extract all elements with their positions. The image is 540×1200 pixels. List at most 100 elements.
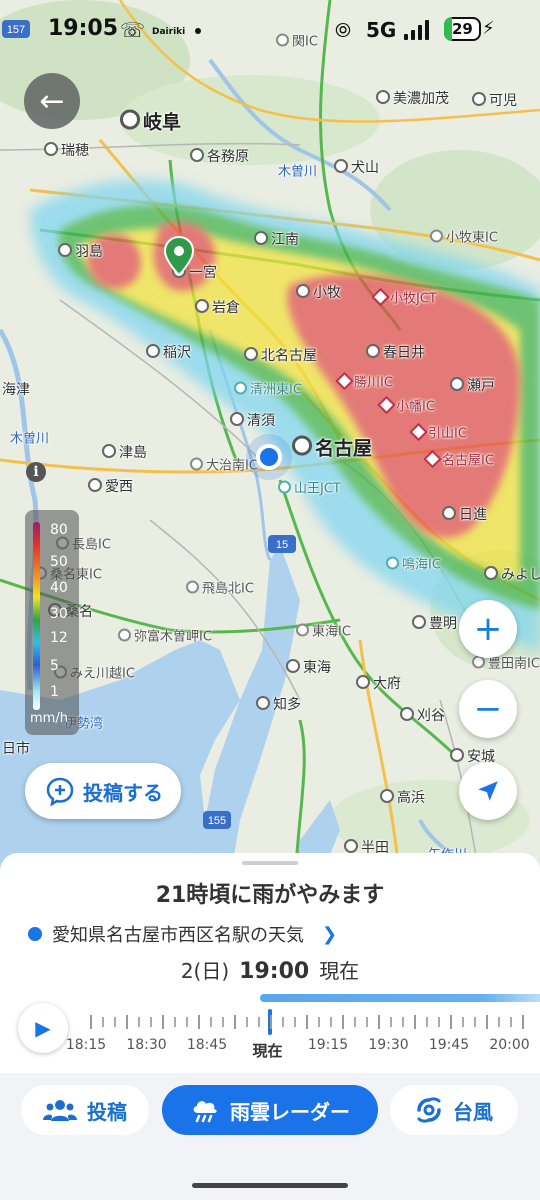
radar-map[interactable]: 157 15 155 関IC 岐阜 美濃加茂 可児 瑞穂 各務原 木曽川 犬山 … xyxy=(0,0,540,880)
time-slider-label: 18:45 xyxy=(186,1037,228,1053)
time-slider-tick xyxy=(174,1017,176,1027)
place-label: 木曽川 xyxy=(278,164,318,180)
date-label: 2(日) xyxy=(180,959,230,983)
time-slider-tick xyxy=(342,1015,344,1029)
place-label: 北名古屋 xyxy=(244,345,317,365)
status-bar: 19:05 ☏ Dairiki ⦾ 5G 29 ⚡ xyxy=(0,0,540,64)
time-slider-tick xyxy=(378,1015,380,1029)
map-pin-icon[interactable] xyxy=(164,236,194,276)
play-button[interactable]: ▶ xyxy=(18,1003,68,1053)
svg-text:155: 155 xyxy=(208,815,226,827)
place-label: 瑞穂 xyxy=(44,140,89,160)
location-weather-link[interactable]: 愛知県名古屋市西区名駅の天気 ❯ xyxy=(28,921,337,947)
time-slider-tick xyxy=(234,1015,236,1029)
place-label: 弥富木曽岬IC xyxy=(118,626,212,645)
legend-unit: mm/h xyxy=(30,711,68,726)
info-icon[interactable]: i xyxy=(26,462,46,482)
place-label: みよし xyxy=(484,564,540,584)
time-slider-tick xyxy=(306,1015,308,1029)
time-slider-label: 18:30 xyxy=(126,1037,167,1053)
phone-call-icon: ☏ xyxy=(120,18,146,42)
network-type: 5G xyxy=(366,18,397,42)
time-slider-tick xyxy=(186,1017,188,1027)
people-icon xyxy=(43,1100,77,1121)
place-label: 瀬戸 xyxy=(450,375,495,395)
signal-icon xyxy=(404,20,434,40)
time-slider-tick xyxy=(198,1015,200,1029)
place-label: 飛島北IC xyxy=(186,578,254,597)
sheet-handle[interactable] xyxy=(242,861,298,865)
place-label: 勝川IC xyxy=(338,372,393,391)
minus-icon: − xyxy=(473,689,503,729)
carrier-logo: Dairiki xyxy=(152,27,186,37)
place-label: 刈谷 xyxy=(400,705,445,725)
place-label: 日進 xyxy=(442,504,487,524)
post-button[interactable]: 投稿する xyxy=(25,763,181,819)
time-slider-tick xyxy=(390,1017,392,1027)
time-slider-tick xyxy=(210,1017,212,1027)
legend-value: 1 xyxy=(50,684,59,700)
place-label: 可児 xyxy=(472,90,517,110)
svg-text:15: 15 xyxy=(276,539,288,551)
time-slider-tick xyxy=(426,1017,428,1027)
time-slider-tick xyxy=(366,1017,368,1027)
place-label: 鳴海IC xyxy=(386,554,441,573)
place-label: 名古屋 xyxy=(292,434,372,461)
nav-tab-typhoon[interactable]: 台風 xyxy=(390,1085,518,1135)
nav-tab-post[interactable]: 投稿 xyxy=(21,1085,149,1135)
time-slider-tick xyxy=(474,1017,476,1027)
zoom-in-button[interactable]: + xyxy=(459,600,517,658)
place-label: 日市 xyxy=(2,741,30,757)
place-label: 岐阜 xyxy=(120,108,181,135)
nav-tab-label: 台風 xyxy=(453,1099,493,1124)
time-slider-tick xyxy=(318,1017,320,1027)
legend-value: 30 xyxy=(50,606,68,622)
plus-icon: + xyxy=(473,609,503,649)
place-label: 豊明 xyxy=(412,613,457,633)
arrow-left-icon: ← xyxy=(39,83,65,119)
nav-tab-label: 投稿 xyxy=(87,1099,127,1124)
time-slider-tick xyxy=(150,1017,152,1027)
time-slider-label: 20:00 xyxy=(489,1037,530,1053)
place-label: 清洲東IC xyxy=(234,379,302,398)
place-label: 名古屋IC xyxy=(426,450,494,469)
navigation-arrow-icon xyxy=(478,781,498,801)
status-time: 19:05 xyxy=(48,16,119,41)
legend-value: 12 xyxy=(50,630,68,646)
place-label: 犬山 xyxy=(334,157,379,177)
place-label: 羽島 xyxy=(58,241,103,261)
battery-indicator: 29 xyxy=(444,17,481,41)
place-label: 知多 xyxy=(256,694,301,714)
nav-tab-rain-radar[interactable]: 雨雲レーダー xyxy=(162,1085,378,1135)
chat-plus-icon xyxy=(46,777,74,806)
road-shield-15: 15 xyxy=(268,535,296,553)
rain-forecast-headline: 21時頃に雨がやみます xyxy=(155,883,385,908)
place-label: 岩倉 xyxy=(195,297,240,317)
charging-icon: ⚡ xyxy=(482,18,495,39)
legend-color-bar xyxy=(33,522,40,710)
time-slider-tick xyxy=(126,1015,128,1029)
location-dot-icon xyxy=(28,927,42,941)
nav-tab-label: 雨雲レーダー xyxy=(230,1099,350,1124)
time-slider-tick xyxy=(510,1017,512,1027)
time-slider-tick xyxy=(402,1017,404,1027)
time-slider-tick xyxy=(114,1017,116,1027)
place-label: 海津 xyxy=(2,382,30,398)
road-shield-155: 155 xyxy=(203,811,231,829)
time-slider-label: 19:45 xyxy=(428,1037,470,1053)
legend-value: 50 xyxy=(50,554,68,570)
time-slider-tick xyxy=(258,1017,260,1027)
time-slider-tick xyxy=(282,1017,284,1027)
place-label: 津島 xyxy=(102,442,147,462)
time-slider-now-label: 現在 xyxy=(252,1042,283,1060)
time-slider[interactable]: 18:15 18:30 18:45 現在 19:15 19:30 19:45 20:00 xyxy=(66,1009,530,1063)
locate-button[interactable] xyxy=(459,762,517,820)
bottom-sheet[interactable]: 21時頃に雨がやみます 愛知県名古屋市西区名駅の天気 ❯ 2(日) 19:00 現在… xyxy=(0,853,540,1200)
place-label: 大府 xyxy=(356,673,401,693)
time-slider-tick xyxy=(450,1015,452,1029)
chevron-right-icon: ❯ xyxy=(322,923,338,945)
zoom-out-button[interactable]: − xyxy=(459,680,517,738)
back-button[interactable]: ← xyxy=(24,73,80,129)
time-slider-tick xyxy=(486,1015,488,1029)
place-label: 江南 xyxy=(254,229,299,249)
